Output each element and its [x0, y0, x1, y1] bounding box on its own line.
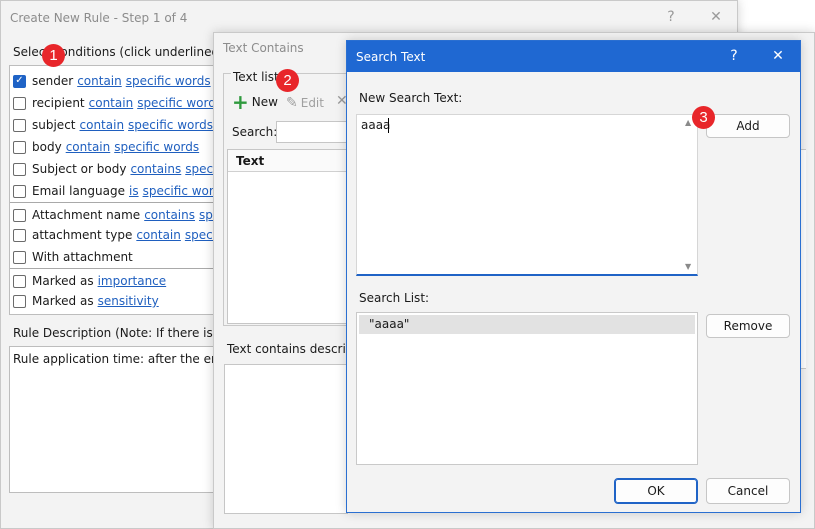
search-text-title: Search Text: [356, 49, 426, 64]
scroll-down-icon[interactable]: ▼: [685, 262, 691, 271]
plus-icon: +: [232, 90, 249, 114]
search-label: Search:: [232, 125, 278, 139]
new-text-label: New: [251, 95, 278, 109]
text-contains-description-box: [224, 364, 348, 514]
close-button[interactable]: ✕: [767, 46, 789, 66]
condition-checkbox[interactable]: [13, 184, 26, 198]
ok-button[interactable]: OK: [614, 478, 698, 504]
text-list-label: Text list: [231, 70, 281, 84]
edit-text-label: Edit: [300, 96, 324, 110]
scroll-up-icon[interactable]: ▲: [685, 118, 691, 127]
condition-row[interactable]: subject contain specific words: [13, 116, 213, 134]
condition-link[interactable]: specific: [199, 208, 214, 222]
new-search-text-value: aaaa: [361, 118, 391, 132]
conditions-divider: [10, 202, 220, 203]
condition-label: body: [32, 140, 62, 154]
condition-row[interactable]: recipient contain specific words: [13, 94, 214, 112]
step-badge-1: 1: [42, 44, 65, 67]
condition-checkbox[interactable]: [13, 208, 26, 222]
condition-row[interactable]: Email language is specific words: [13, 182, 214, 200]
text-list-table: Text: [227, 149, 348, 324]
condition-checkbox[interactable]: [13, 162, 26, 176]
step-badge-2: 2: [276, 69, 299, 92]
condition-link[interactable]: specific words: [126, 74, 211, 88]
text-contains-description-label: Text contains descripti: [227, 342, 362, 356]
condition-row[interactable]: With attachment: [13, 248, 133, 266]
help-button[interactable]: ?: [723, 46, 745, 66]
list-item-label: "aaaa": [369, 317, 410, 331]
condition-link[interactable]: specific words: [128, 118, 213, 132]
condition-checkbox[interactable]: [13, 96, 26, 110]
condition-row[interactable]: Marked as sensitivity: [13, 292, 159, 310]
condition-checkbox[interactable]: [13, 274, 26, 288]
condition-link[interactable]: contain: [89, 96, 134, 110]
condition-row[interactable]: body contain specific words: [13, 138, 199, 156]
search-list[interactable]: "aaaa": [356, 312, 698, 465]
condition-link[interactable]: contain: [136, 228, 181, 242]
condition-link[interactable]: contain: [77, 74, 122, 88]
condition-label: Marked as: [32, 274, 94, 288]
new-text-button[interactable]: + New: [232, 90, 278, 114]
condition-link[interactable]: contain: [66, 140, 111, 154]
condition-link[interactable]: specific words: [143, 184, 214, 198]
condition-link[interactable]: contain: [80, 118, 125, 132]
condition-row[interactable]: Attachment namecontains specific: [13, 206, 214, 224]
text-cursor: [388, 118, 389, 133]
search-input[interactable]: [276, 121, 348, 143]
condition-label: Attachment name: [32, 208, 141, 222]
close-button[interactable]: ✕: [705, 7, 727, 27]
condition-label: Marked as: [32, 294, 94, 308]
condition-label: Subject or body: [32, 162, 127, 176]
condition-checkbox[interactable]: [13, 294, 26, 308]
input-scrollbar[interactable]: ▲ ▼: [681, 115, 697, 274]
condition-row[interactable]: ✓ sender contain specific words: [13, 72, 211, 90]
text-column-header: Text: [228, 150, 347, 172]
condition-link[interactable]: contains: [130, 162, 181, 176]
condition-link[interactable]: specific wo: [185, 162, 214, 176]
condition-label: attachment type: [32, 228, 133, 242]
pencil-icon: ✎: [286, 95, 298, 111]
condition-link[interactable]: specific words: [137, 96, 214, 110]
condition-link[interactable]: specific w: [185, 228, 214, 242]
condition-link[interactable]: importance: [98, 274, 167, 288]
condition-label: With attachment: [32, 250, 133, 264]
edit-text-button[interactable]: ✎ Edit: [286, 95, 324, 111]
condition-checkbox[interactable]: [13, 140, 26, 154]
condition-row[interactable]: Marked as importance: [13, 272, 166, 290]
rule-description-label: Rule Description (Note: If there is a co: [13, 326, 242, 340]
list-item[interactable]: "aaaa": [359, 315, 695, 334]
rule-description-text: Rule application time: after the email a: [13, 352, 248, 366]
help-button[interactable]: ?: [660, 7, 682, 27]
condition-checkbox[interactable]: [13, 118, 26, 132]
condition-label: recipient: [32, 96, 85, 110]
cancel-button[interactable]: Cancel: [706, 478, 790, 504]
new-search-text-input[interactable]: aaaa ▲ ▼: [356, 114, 698, 276]
condition-link[interactable]: is: [129, 184, 139, 198]
conditions-divider: [10, 268, 220, 269]
condition-link[interactable]: contains: [144, 208, 195, 222]
step-badge-3: 3: [692, 106, 715, 129]
condition-link[interactable]: specific words: [114, 140, 199, 154]
search-list-label: Search List:: [359, 291, 430, 305]
new-search-text-label: New Search Text:: [359, 91, 463, 105]
remove-button[interactable]: Remove: [706, 314, 790, 338]
condition-link[interactable]: sensitivity: [98, 294, 159, 308]
add-button[interactable]: Add: [706, 114, 790, 138]
condition-label: sender: [32, 74, 74, 88]
text-column-label: Text: [236, 154, 265, 168]
condition-checkbox[interactable]: [13, 228, 26, 242]
rule-description-box: Rule application time: after the email a: [9, 346, 248, 493]
condition-checkbox[interactable]: [13, 250, 26, 264]
condition-label: subject: [32, 118, 76, 132]
text-contains-title: Text Contains: [223, 41, 304, 55]
condition-row[interactable]: Subject or bodycontains specific wo: [13, 160, 214, 178]
conditions-rows: ✓ sender contain specific words recipient con…: [1, 1, 214, 321]
condition-label: Email language: [32, 184, 125, 198]
search-text-window: Search Text ? ✕ New Search Text: aaaa ▲ …: [346, 40, 801, 513]
condition-row[interactable]: attachment typecontain specific w: [13, 226, 214, 244]
condition-checkbox[interactable]: ✓: [13, 74, 26, 88]
